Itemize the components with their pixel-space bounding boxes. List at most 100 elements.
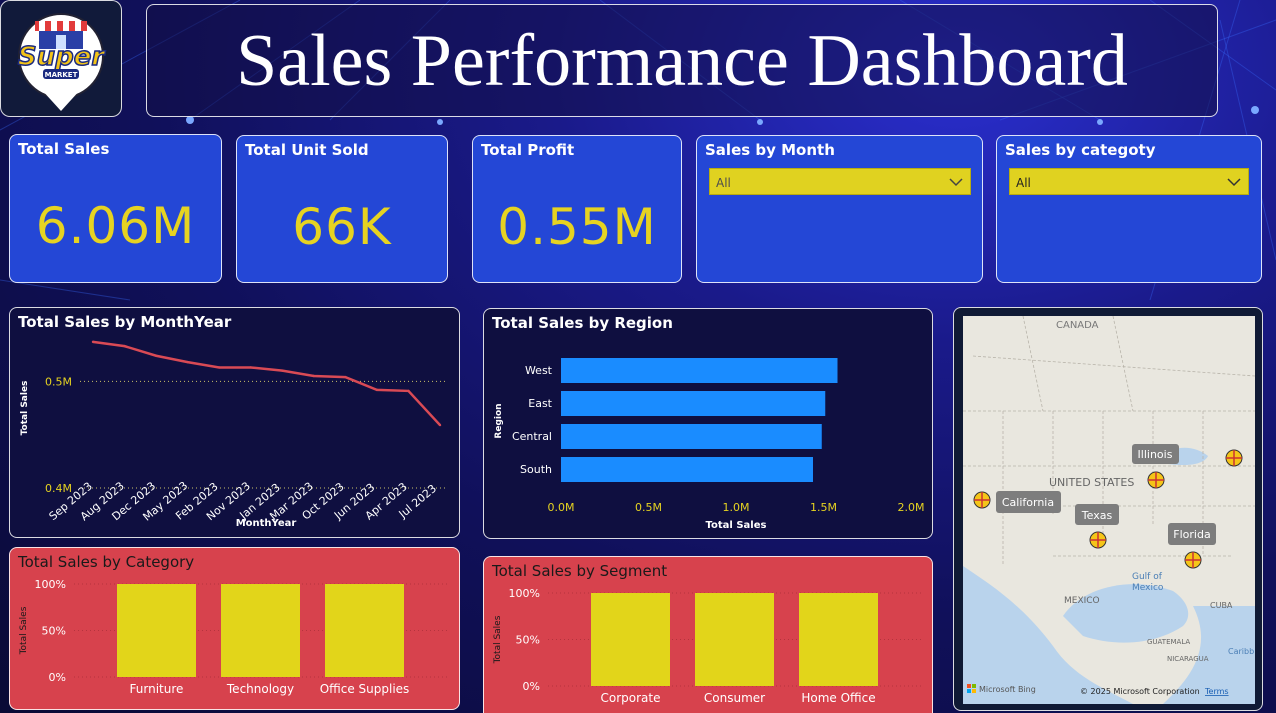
kpi-total-units-label: Total Unit Sold [245,141,369,159]
segment-chart-card: Total Sales by Segment 100% 50% 0% Corporat… [483,556,933,713]
data-point [375,388,379,392]
bar-home-office [799,593,878,686]
category-dropdown-value: All [1016,176,1031,190]
data-point [344,375,347,379]
y-tick-label: 0.5M [45,375,72,388]
kpi-total-units: Total Unit Sold 66K [236,135,448,283]
data-point [249,366,252,369]
map-label-canada: CANADA [1056,320,1099,331]
kpi-total-sales: Total Sales 6.06M [9,134,222,283]
map-terms-link[interactable]: Terms [1204,687,1229,696]
category-bar-chart: 100% 50% 0% Furniture Technology Office Suppl… [19,578,450,696]
supermarket-logo: Super MARKET [17,13,107,111]
map-label-guatemala: GUATEMALA [1147,638,1190,646]
bar-office-supplies [325,584,404,677]
map-pin-east[interactable] [1225,449,1243,467]
y-axis-label: Total Sales [19,606,29,655]
kpi-total-units-value: 66K [292,198,392,256]
y-tick-label: East [528,397,552,410]
category-chart-card: Total Sales by Category 100% 50% 0% Furnitu… [9,547,460,710]
data-point [123,344,126,348]
map-callout-illinois: Illinois [1138,448,1173,461]
data-point [154,354,158,357]
map-card: CANADA UNITED STATES MEXICO Gulf of Mexi… [953,307,1263,711]
segment-bar-chart: 100% 50% 0% Corporate Consumer Home Office Tot… [493,587,924,705]
x-tick-label: Office Supplies [320,682,410,696]
x-axis-label: Total Sales [706,520,767,531]
line-chart: 0.4M0.5MSep 2023Aug 2023Dec 2023May 2023… [20,340,448,529]
x-tick-label: 1.5M [810,501,837,514]
data-point [186,360,189,364]
data-point [438,423,442,427]
map-callout-florida: Florida [1173,528,1210,541]
kpi-total-profit-value: 0.55M [497,198,657,256]
x-tick-label: Home Office [801,691,875,705]
x-tick-label: Technology [226,682,294,696]
map-label-nicaragua: NICARAGUA [1167,655,1209,663]
x-tick-label: Corporate [601,691,661,705]
y-tick-label: Central [512,430,552,443]
month-dropdown-value: All [716,176,731,190]
x-tick-label: 1.0M [723,501,750,514]
title-card: Sales Performance Dashboard [146,4,1218,117]
map-attribution-copyright: © 2025 Microsoft Corporation [1080,687,1200,696]
x-tick-label: Consumer [704,691,765,705]
bar-technology [221,584,300,677]
month-dropdown[interactable]: All [709,168,971,195]
y-tick-label: 50% [42,625,66,638]
logo-text: Super [18,42,106,72]
y-tick-label: 0% [49,671,66,684]
map-canvas: CANADA UNITED STATES MEXICO Gulf of Mexi… [963,316,1255,704]
category-dropdown[interactable]: All [1009,168,1249,195]
x-axis-label: MonthYear [236,518,297,529]
y-tick-label: 100% [35,578,66,591]
bar-west [561,358,838,383]
kpi-total-sales-label: Total Sales [18,140,110,158]
chevron-down-icon [1227,178,1241,187]
line-chart-card: Total Sales by MonthYear 0.4M 0.5M Sep 202… [9,307,460,538]
y-tick-label: 0% [523,680,540,693]
map-label-mexico: MEXICO [1064,596,1100,606]
slicer-month-label: Sales by Month [705,141,835,159]
y-tick-label: West [525,364,553,377]
y-axis-label: Region [494,403,504,438]
map-label-united-states: UNITED STATES [1049,476,1134,489]
map-attribution-bing: Microsoft Bing [979,685,1036,694]
y-axis-label: Total Sales [493,615,503,664]
data-point [281,369,284,372]
map-callout-texas: Texas [1081,509,1113,522]
map-label-gulf-2: Mexico [1132,583,1164,593]
data-point [91,340,95,344]
y-tick-label: South [520,463,552,476]
bar-furniture [117,584,196,677]
bar-corporate [591,593,670,686]
map-callout-california: California [1002,496,1054,509]
kpi-total-sales-value: 6.06M [35,197,196,255]
map-label-gulf-1: Gulf of [1132,572,1163,582]
bar-south [561,457,813,482]
x-tick-label: 2.0M [898,501,925,514]
data-point [217,366,221,369]
slicer-month: Sales by Month All [696,135,983,283]
y-tick-label: 0.4M [45,482,72,495]
dashboard-title: Sales Performance Dashboard [236,20,1128,102]
y-axis-label: Total Sales [20,381,30,436]
map-label-caribbean: Caribb [1228,647,1254,656]
data-point [407,389,410,393]
region-bar-chart: West East Central South 0.0M 0.5M 1.0M 1.5M 2.0M… [494,358,925,531]
x-tick-label: 0.0M [548,501,575,514]
data-point [312,374,316,378]
x-tick-label: 0.5M [635,501,662,514]
map-label-cuba: CUBA [1210,601,1233,610]
bar-central [561,424,822,449]
bar-consumer [695,593,774,686]
bar-east [561,391,826,416]
region-chart-card: Total Sales by Region West East Central Sou… [483,308,933,539]
kpi-total-profit: Total Profit 0.55M [472,135,682,283]
chevron-down-icon [949,178,963,187]
y-tick-label: 50% [516,634,540,647]
map-view[interactable]: CANADA UNITED STATES MEXICO Gulf of Mexi… [963,316,1255,704]
logo-subtext: MARKET [45,71,78,79]
series-line [92,340,441,426]
slicer-category-label: Sales by categoty [1005,141,1156,159]
